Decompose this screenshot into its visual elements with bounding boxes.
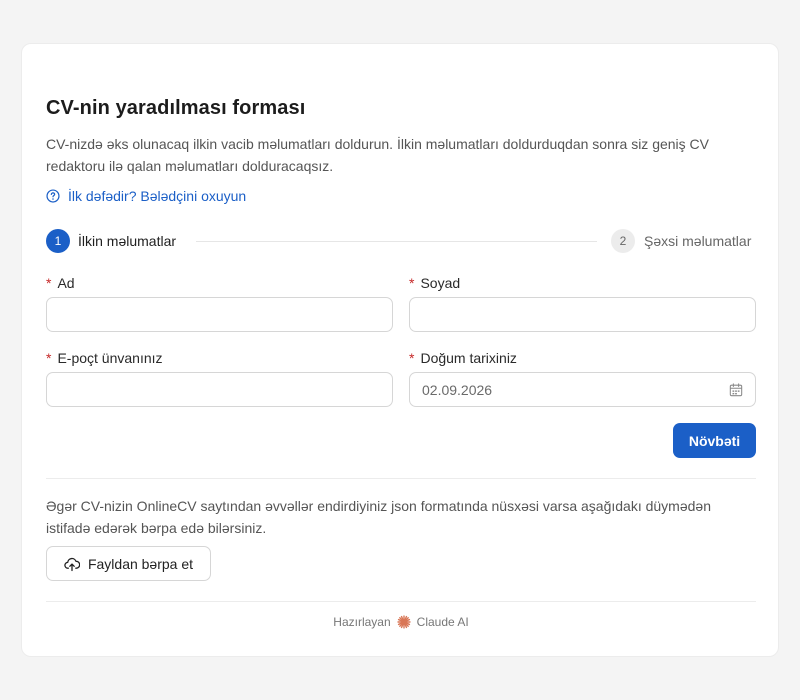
last-name-label-text: Soyad	[420, 275, 461, 291]
birth-date-value: 02.09.2026	[422, 381, 493, 398]
last-name-input[interactable]	[409, 297, 756, 332]
step-2-indicator: 2	[611, 229, 635, 253]
footer-divider	[46, 601, 756, 602]
required-marker: *	[409, 275, 415, 291]
step-2-label: Şəxsi məlumatlar	[644, 233, 752, 249]
stepper-connector	[196, 241, 597, 242]
restore-description: Əgər CV-nizin OnlineCV saytından əvvəllə…	[46, 498, 711, 536]
step-1-indicator: 1	[46, 229, 70, 253]
birth-date-picker[interactable]: 02.09.2026	[409, 372, 756, 407]
guide-link-label: İlk dəfədir? Bələdçini oxuyun	[68, 188, 247, 204]
section-divider	[46, 478, 756, 479]
claude-sunburst-icon	[397, 615, 411, 629]
email-input[interactable]	[46, 372, 393, 407]
footer-prefix: Hazırlayan	[333, 615, 391, 629]
cloud-upload-icon	[64, 557, 80, 571]
footer-brand: Claude AI	[416, 615, 469, 629]
page-title: CV-nin yaradılması forması	[46, 97, 306, 119]
restore-from-file-button[interactable]: Fayldan bərpa et	[46, 546, 211, 581]
form-description: CV-nizdə əks olunacaq ilkin vacib məluma…	[46, 136, 710, 174]
guide-link[interactable]: İlk dəfədir? Bələdçini oxuyun	[46, 188, 246, 204]
first-name-label: * Ad	[46, 275, 75, 291]
birth-date-label: * Doğum tarixiniz	[409, 350, 517, 366]
first-name-input[interactable]	[46, 297, 393, 332]
calendar-icon[interactable]	[729, 382, 743, 397]
footer: Hazırlayan Claude AI	[22, 615, 780, 629]
required-marker: *	[409, 350, 415, 366]
last-name-label: * Soyad	[409, 275, 460, 291]
required-marker: *	[46, 275, 52, 291]
help-circle-icon	[46, 189, 60, 203]
next-button[interactable]: Növbəti	[673, 423, 756, 458]
required-marker: *	[46, 350, 52, 366]
birth-date-label-text: Doğum tarixiniz	[420, 350, 517, 366]
restore-button-label: Fayldan bərpa et	[87, 555, 194, 572]
form-card: CV-nin yaradılması forması CV-nizdə əks …	[21, 43, 779, 657]
step-1-label: İlkin məlumatlar	[78, 233, 177, 249]
first-name-label-text: Ad	[57, 275, 75, 291]
email-label-text: E-poçt ünvanınız	[57, 350, 163, 366]
email-label: * E-poçt ünvanınız	[46, 350, 163, 366]
stepper: 1 İlkin məlumatlar 2 Şəxsi məlumatlar	[46, 229, 756, 253]
